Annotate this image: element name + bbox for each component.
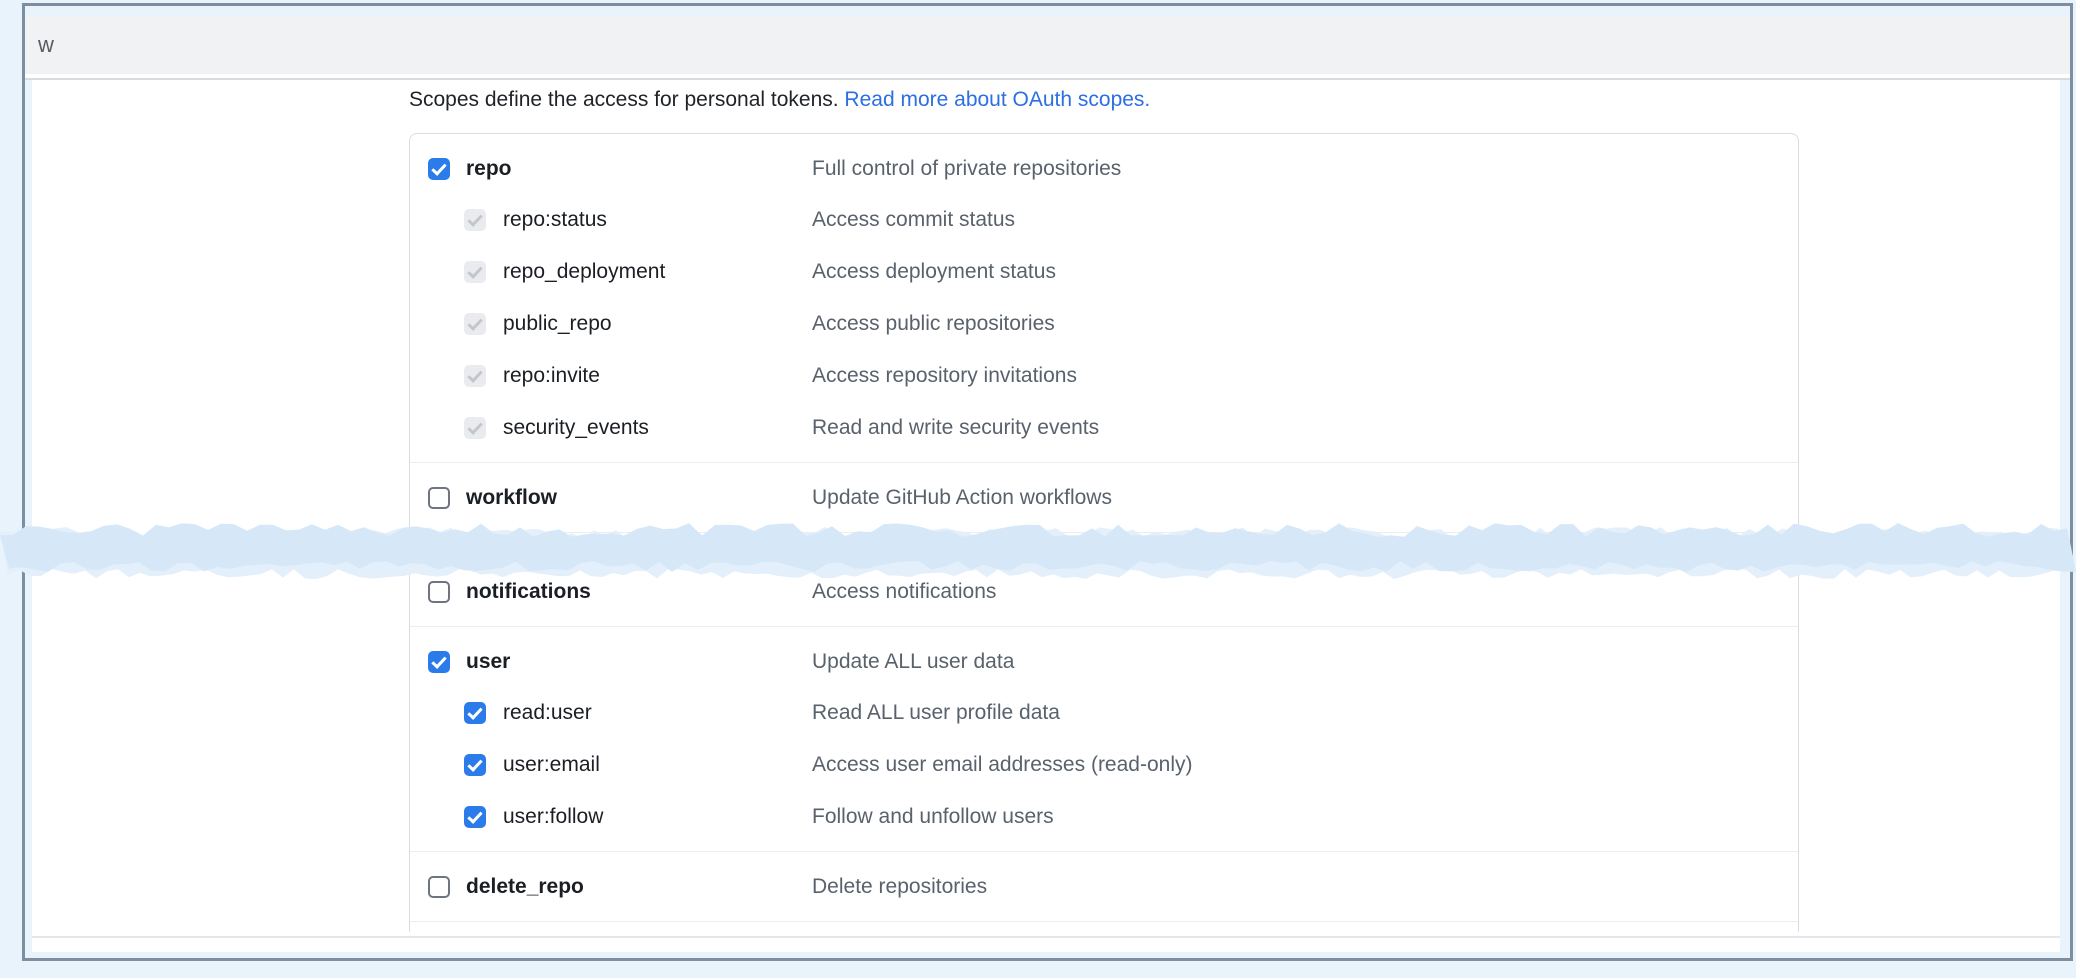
- right-gutter: [2060, 80, 2070, 952]
- intro-paragraph: Scopes define the access for personal to…: [409, 86, 1799, 113]
- frame-top-padding: [25, 6, 2070, 16]
- header-label: w: [38, 32, 54, 58]
- scope-row: security_events Read and write security e…: [410, 402, 1798, 454]
- scope-row: user:email Access user email addresses (r…: [410, 739, 1798, 791]
- scope-label[interactable]: user:follow: [503, 805, 603, 829]
- scope-row: repo:status Access commit status: [410, 194, 1798, 246]
- screenshot-viewport: w Scopes define the access for personal …: [0, 0, 2076, 978]
- scope-description: Access commit status: [812, 208, 1015, 232]
- checkbox-repo_deployment: [464, 261, 486, 283]
- scope-label[interactable]: workflow: [466, 486, 557, 510]
- scope-label[interactable]: repo: [466, 157, 512, 181]
- scope-row: repo:invite Access repository invitations: [410, 350, 1798, 402]
- scope-description: Access public repositories: [812, 312, 1055, 336]
- checkbox-notifications[interactable]: [428, 581, 450, 603]
- scope-description: Delete repositories: [812, 875, 987, 899]
- checkbox-public_repo: [464, 313, 486, 335]
- checkbox-user:follow[interactable]: [464, 806, 486, 828]
- scope-row: repo Full control of private repositories: [410, 144, 1798, 194]
- intro-text: Scopes define the access for personal to…: [409, 88, 844, 111]
- checkbox-security_events: [464, 417, 486, 439]
- scope-row: user:follow Follow and unfollow users: [410, 791, 1798, 843]
- scope-description: Access repository invitations: [812, 364, 1077, 388]
- scope-label[interactable]: public_repo: [503, 312, 612, 336]
- checkbox-user[interactable]: [428, 651, 450, 673]
- scope-description: Access user email addresses (read-only): [812, 753, 1192, 777]
- scope-label[interactable]: security_events: [503, 416, 649, 440]
- scope-description: Read and write security events: [812, 416, 1099, 440]
- scope-description: Follow and unfollow users: [812, 805, 1054, 829]
- oauth-scopes-link[interactable]: Read more about OAuth scopes.: [844, 88, 1150, 111]
- window-frame: w Scopes define the access for personal …: [22, 3, 2073, 961]
- scope-label[interactable]: user:email: [503, 753, 600, 777]
- scope-description: Update ALL user data: [812, 650, 1014, 674]
- checkbox-repo:status: [464, 209, 486, 231]
- card-bottom-rule: [32, 936, 2060, 938]
- checkbox-read:user[interactable]: [464, 702, 486, 724]
- left-gutter: [25, 80, 32, 952]
- scope-description: Read ALL user profile data: [812, 701, 1060, 725]
- scope-row: user Update ALL user data: [410, 637, 1798, 687]
- scope-group-user: user Update ALL user data read:user Read AL…: [410, 627, 1798, 851]
- scope-row: repo_deployment Access deployment status: [410, 246, 1798, 298]
- scope-label[interactable]: repo:invite: [503, 364, 600, 388]
- scope-description: Full control of private repositories: [812, 157, 1121, 181]
- scope-label[interactable]: repo:status: [503, 208, 607, 232]
- cut-off-row-stub: [410, 922, 1798, 932]
- scope-description: Access notifications: [812, 580, 996, 604]
- scope-description: Access deployment status: [812, 260, 1056, 284]
- scope-label[interactable]: read:user: [503, 701, 592, 725]
- header-bar: w: [25, 16, 2070, 74]
- checkbox-user:email[interactable]: [464, 754, 486, 776]
- scope-row: public_repo Access public repositories: [410, 298, 1798, 350]
- scope-label[interactable]: notifications: [466, 580, 591, 604]
- checkbox-workflow[interactable]: [428, 487, 450, 509]
- hidden-row-stub: [410, 533, 1798, 556]
- scope-description: Update GitHub Action workflows: [812, 486, 1112, 510]
- scope-label[interactable]: delete_repo: [466, 875, 584, 899]
- scope-row: read:user Read ALL user profile data: [410, 687, 1798, 739]
- scope-group-repo: repo Full control of private repositories…: [410, 134, 1798, 462]
- checkbox-repo:invite: [464, 365, 486, 387]
- scope-row: workflow Update GitHub Action workflows: [410, 463, 1798, 532]
- scope-row: notifications Access notifications: [410, 557, 1798, 626]
- content-column: Scopes define the access for personal to…: [409, 80, 1799, 932]
- frame-bottom-padding: [25, 952, 2070, 958]
- page-card: Scopes define the access for personal to…: [32, 80, 2060, 952]
- scope-label[interactable]: repo_deployment: [503, 260, 665, 284]
- scope-row: delete_repo Delete repositories: [410, 852, 1798, 921]
- checkbox-delete_repo[interactable]: [428, 876, 450, 898]
- checkbox-repo[interactable]: [428, 158, 450, 180]
- scopes-box: repo Full control of private repositories…: [409, 133, 1799, 932]
- scope-label[interactable]: user: [466, 650, 510, 674]
